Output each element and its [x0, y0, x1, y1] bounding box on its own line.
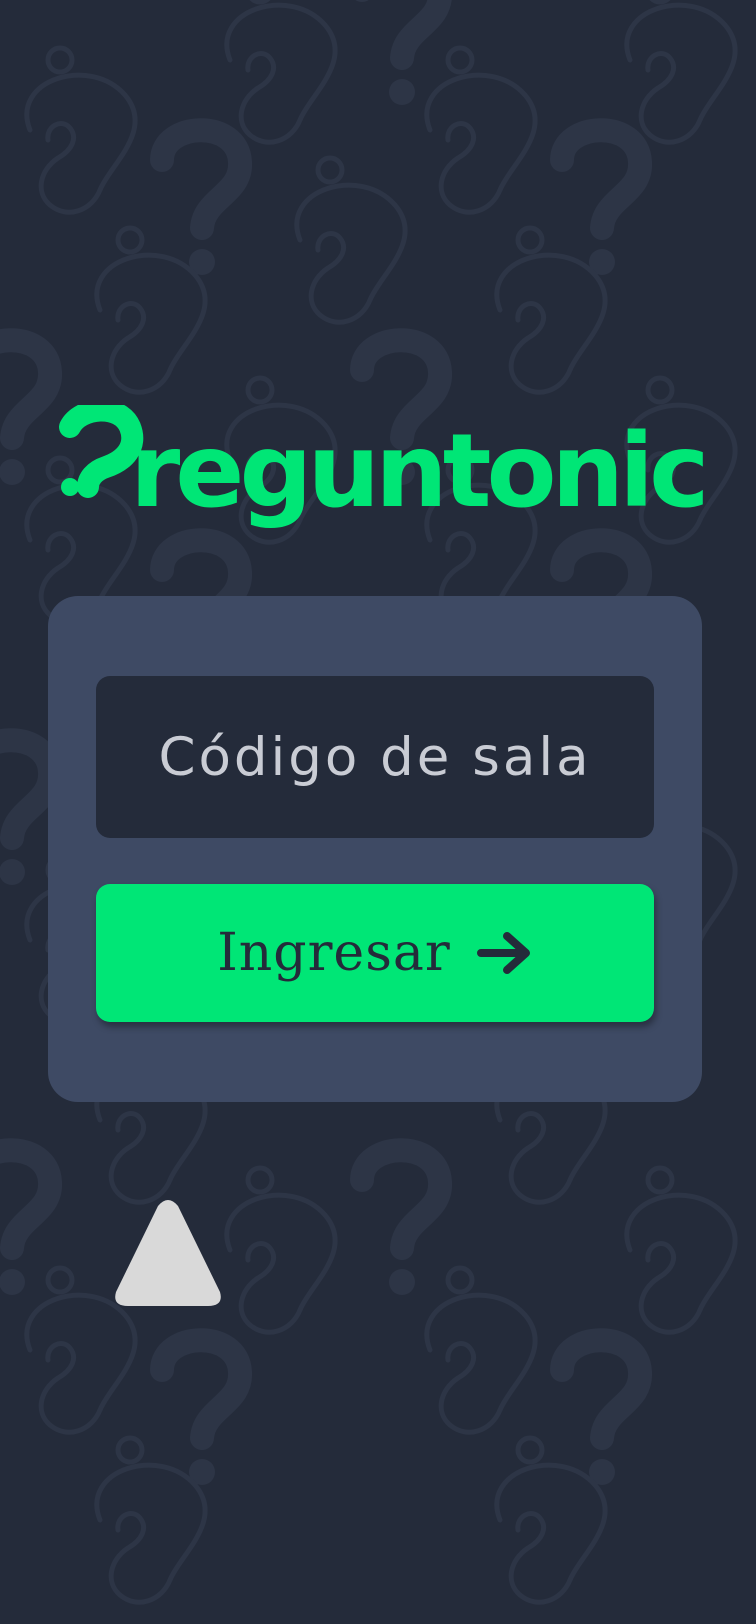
join-screen: reguntonic Ingresar [0, 0, 756, 1624]
join-room-card: Ingresar [48, 596, 702, 1102]
logo-wordmark: reguntonic [130, 412, 710, 531]
enter-button[interactable]: Ingresar [96, 884, 654, 1022]
arrow-right-icon [476, 932, 530, 974]
enter-button-label: Ingresar [217, 923, 451, 983]
triangle-up-icon[interactable] [112, 1200, 224, 1312]
preguntonic-logo: reguntonic [58, 405, 710, 535]
room-code-input[interactable] [96, 676, 654, 838]
